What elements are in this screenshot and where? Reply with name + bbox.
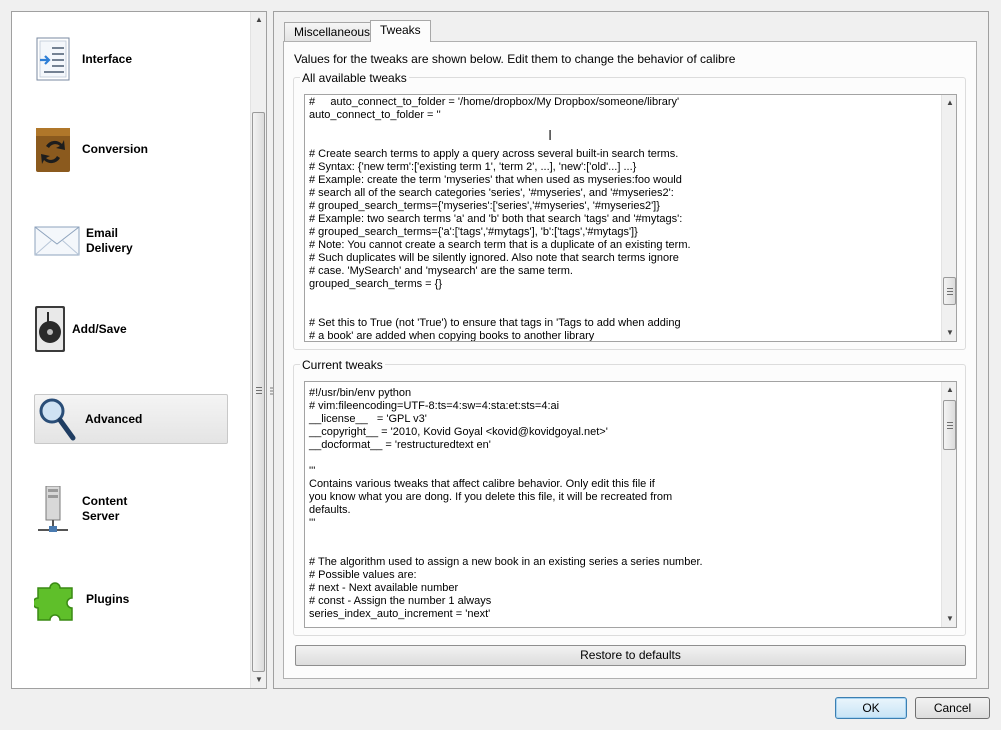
code-line: # Set this to True (not 'True') to ensur… — [309, 317, 681, 329]
text-cursor-icon: I — [548, 127, 553, 144]
scrollbar-thumb[interactable] — [943, 400, 956, 450]
category-plugins[interactable]: Plugins — [32, 574, 228, 624]
code-line: __docformat__ = 'restructuredtext en' — [309, 439, 491, 451]
cancel-button[interactable]: Cancel — [915, 697, 990, 719]
category-conversion[interactable]: Conversion — [34, 124, 228, 174]
code-line: # vim:fileencoding=UTF-8:ts=4:sw=4:sta:e… — [309, 400, 560, 412]
category-label: Add/Save — [72, 321, 127, 336]
code-line: # auto_connect_to_folder = '/home/dropbo… — [309, 96, 680, 108]
code-line: # Create search terms to apply a query a… — [309, 148, 679, 160]
current-tweaks-text: #!/usr/bin/env python # vim:fileencoding=… — [309, 387, 703, 621]
scroll-up-arrow-icon[interactable]: ▲ — [942, 95, 956, 111]
code-line: # Note: You cannot create a search term … — [309, 239, 691, 251]
interface-icon — [34, 36, 72, 82]
scrollbar-thumb[interactable] — [943, 277, 956, 305]
code-line: __license__ = 'GPL v3' — [309, 413, 427, 425]
code-line: Contains various tweaks that affect cali… — [309, 478, 655, 490]
ok-button[interactable]: OK — [835, 697, 907, 719]
scroll-down-arrow-icon[interactable]: ▼ — [942, 611, 956, 627]
code-line: grouped_search_terms = {} — [309, 278, 443, 290]
current-tweaks-title: Current tweaks — [300, 358, 385, 372]
code-line: # Such duplicates will be silently ignor… — [309, 252, 679, 264]
code-line: # grouped_search_terms={'myseries':['ser… — [309, 200, 660, 212]
code-line: defaults. — [309, 504, 351, 516]
tweaks-description: Values for the tweaks are shown below. E… — [294, 52, 736, 66]
code-line: you know what you are dong. If you delet… — [309, 491, 673, 503]
code-line: # The algorithm used to assign a new boo… — [309, 556, 703, 568]
code-line: ''' — [309, 465, 316, 477]
code-line: # Possible values are: — [309, 569, 417, 581]
category-label: Plugins — [86, 591, 130, 606]
tab-tweaks[interactable]: Tweaks — [370, 20, 431, 42]
tab-miscellaneous[interactable]: Miscellaneous — [284, 22, 381, 42]
all-tweaks-text: # auto_connect_to_folder = '/home/dropbo… — [309, 96, 691, 342]
all-tweaks-title: All available tweaks — [300, 71, 409, 85]
code-line: # const - Assign the number 1 always — [309, 595, 492, 607]
scroll-down-arrow-icon[interactable]: ▼ — [251, 672, 267, 688]
code-line: # next - Next available number — [309, 582, 459, 594]
code-line: series_index_auto_increment = 'next' — [309, 608, 491, 620]
puzzle-piece-icon — [32, 576, 80, 622]
all-tweaks-editor[interactable]: # auto_connect_to_folder = '/home/dropbo… — [304, 94, 957, 342]
category-advanced[interactable]: Advanced — [34, 394, 228, 444]
category-label: Interface — [82, 51, 133, 66]
code-line: # grouped_search_terms={'a':['tags','#my… — [309, 226, 638, 238]
disk-icon — [34, 306, 66, 352]
code-line: __copyright__ = '2010, Kovid Goyal <kovi… — [309, 426, 608, 438]
current-tweaks-editor[interactable]: #!/usr/bin/env python # vim:fileencoding=… — [304, 381, 957, 628]
current-tweaks-scrollbar[interactable]: ▲ ▼ — [941, 382, 956, 627]
scroll-up-arrow-icon[interactable]: ▲ — [942, 382, 956, 398]
code-line: ''' — [309, 517, 316, 529]
code-line: # Example: create the term 'myseries' th… — [309, 174, 682, 186]
category-label: Email Delivery — [86, 226, 133, 255]
magnifier-icon — [37, 396, 76, 442]
conversion-icon — [34, 126, 72, 172]
scrollbar-thumb[interactable] — [252, 112, 265, 672]
code-line: # Syntax: {'new term':['existing term 1'… — [309, 161, 637, 173]
category-interface[interactable]: Interface — [34, 34, 228, 84]
code-line: auto_connect_to_folder = '' — [309, 109, 441, 121]
category-content-server[interactable]: Content Server — [34, 484, 228, 534]
restore-defaults-button[interactable]: Restore to defaults — [295, 645, 966, 666]
scroll-down-arrow-icon[interactable]: ▼ — [942, 325, 956, 341]
code-line: # a book' are added when copying books t… — [309, 330, 595, 342]
code-line: #!/usr/bin/env python — [309, 387, 412, 399]
all-tweaks-scrollbar[interactable]: ▲ ▼ — [941, 95, 956, 341]
code-line: # Example: two search terms 'a' and 'b' … — [309, 213, 683, 225]
email-envelope-icon — [34, 218, 80, 264]
server-icon — [34, 485, 72, 532]
category-add-save[interactable]: Add/Save — [34, 304, 228, 354]
category-email-delivery[interactable]: Email Delivery — [34, 216, 228, 266]
code-line: # search all of the search categories 's… — [309, 187, 674, 199]
category-label: Advanced — [85, 411, 143, 426]
code-line: # case. 'MySearch' and 'mysearch' are th… — [309, 265, 573, 277]
scroll-up-arrow-icon[interactable]: ▲ — [251, 12, 267, 28]
category-label: Content Server — [82, 494, 128, 523]
category-label: Conversion — [82, 141, 149, 156]
category-list: Interface Conversion Email Delivery Add/… — [11, 11, 267, 689]
category-list-scrollbar[interactable]: ▲ ▼ — [250, 12, 266, 688]
